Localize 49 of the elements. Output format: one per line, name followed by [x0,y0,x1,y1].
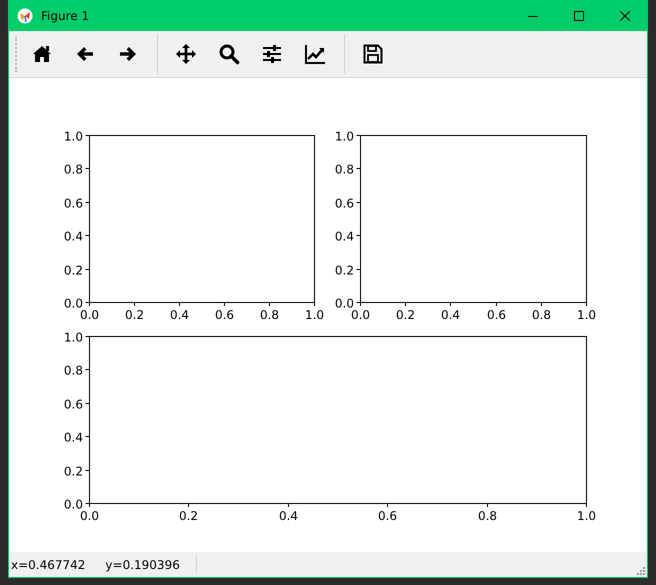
tick-label: 0.6 [64,398,83,412]
app-icon [17,8,33,24]
save-icon [362,43,384,65]
tick-label: 0.8 [478,509,498,523]
tick-label: 0.0 [80,509,100,523]
tick-label: 1.0 [64,130,83,144]
tick-label: 1.0 [304,308,324,322]
tick-label: 0.0 [64,296,83,310]
tick-label: 0.2 [178,509,198,523]
home-icon [31,43,53,65]
sliders-icon [261,43,283,65]
tick-label: 0.6 [378,509,398,523]
tick-label: 0.4 [64,230,83,244]
tick-label: 1.0 [576,509,596,523]
move-icon [175,43,197,65]
tick-label: 0.4 [278,509,298,523]
tick-label: 0.8 [532,308,552,322]
tick-label: 1.0 [64,330,83,344]
tick-label: 0.2 [124,308,144,322]
tick-label: 0.8 [64,162,83,176]
tick-label: 0.2 [334,264,354,278]
cursor-y-readout: y=0.190396 [105,558,180,572]
tick-label: 0.0 [64,498,83,512]
tick-label: 0.4 [170,308,190,322]
maximize-icon [574,10,584,20]
resize-grip-icon[interactable] [636,566,645,575]
tick-label: 0.8 [64,364,83,378]
tick-label: 0.6 [486,308,506,322]
tick-label: 0.4 [440,308,460,322]
tick-label: 0.6 [334,196,354,210]
search-icon [218,43,240,65]
tick-label: 0.6 [214,308,234,322]
tick-label: 0.2 [396,308,416,322]
tick-label: 0.2 [64,464,83,478]
tick-label: 0.4 [334,230,354,244]
tick-label: 1.0 [576,308,596,322]
tick-label: 0.4 [64,430,83,444]
tick-label: 0.8 [334,162,354,176]
line-chart-icon [304,43,326,65]
cursor-x-readout: x=0.467742 [11,558,86,572]
close-icon [620,10,630,20]
tick-label: 0.0 [350,308,370,322]
tick-label: 0.2 [64,264,83,278]
tick-label: 0.0 [80,308,100,322]
tick-label: 0.0 [334,296,354,310]
tick-label: 0.6 [64,196,83,210]
tick-label: 1.0 [334,130,354,144]
tick-label: 0.8 [260,308,280,322]
window-title: Figure 1 [41,8,90,22]
